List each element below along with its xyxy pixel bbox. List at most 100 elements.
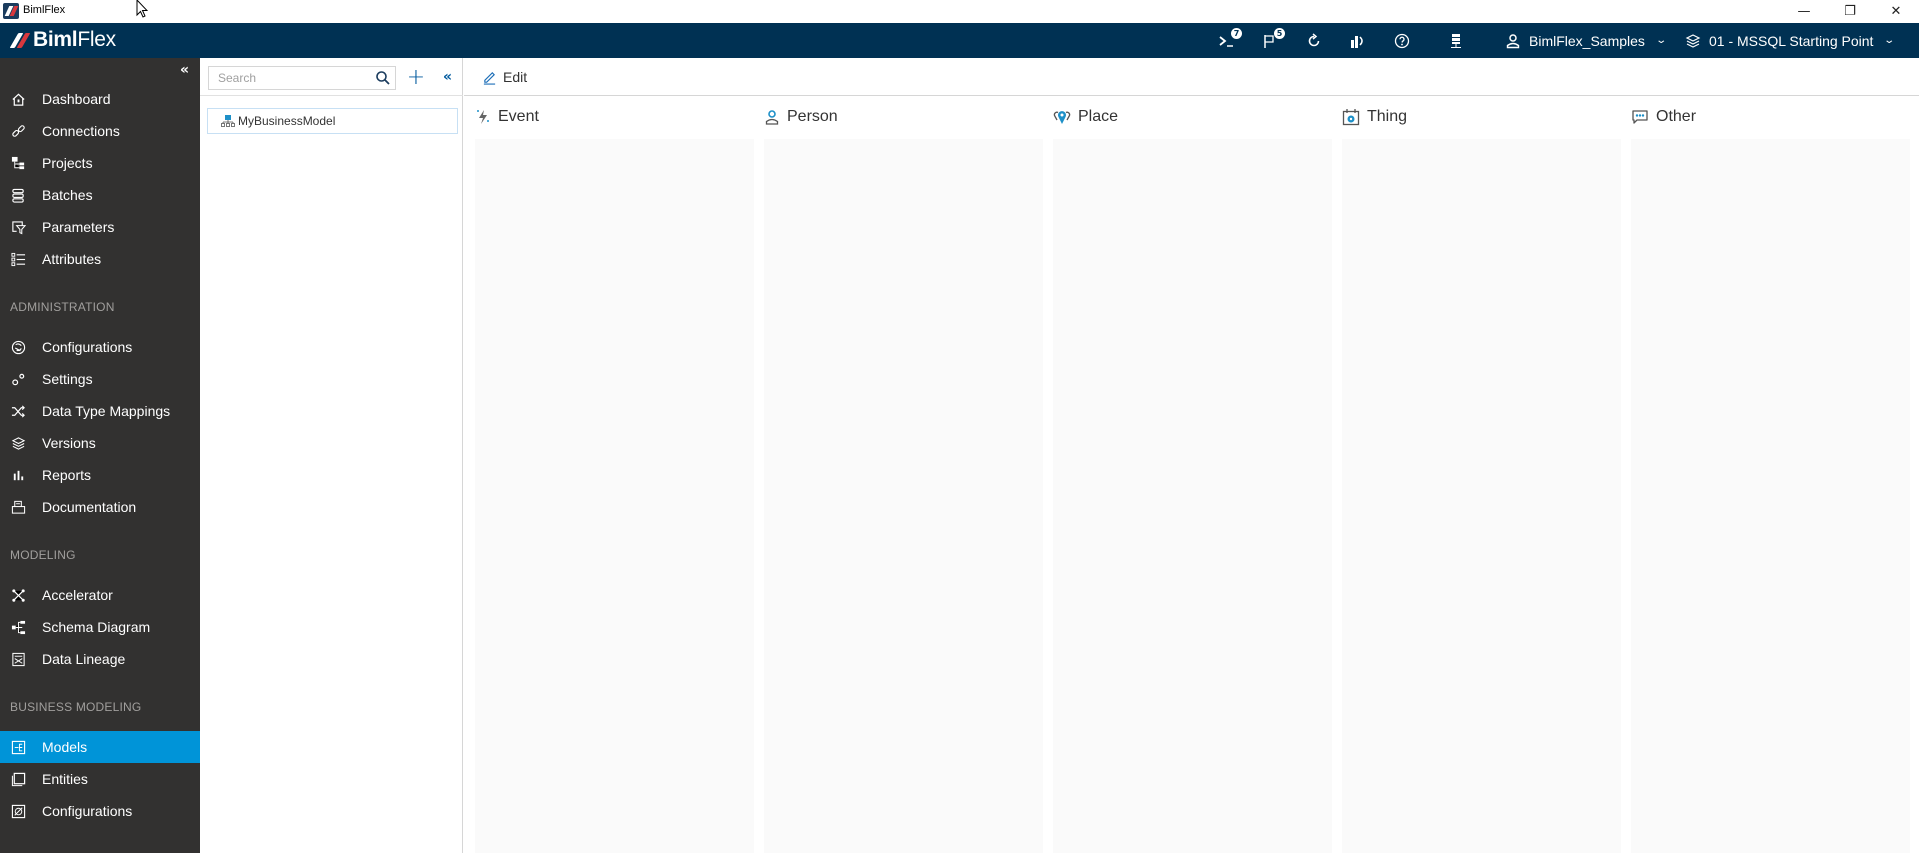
model-tree-panel: + « MyBusinessModel <box>200 58 463 853</box>
column-other: Other <box>1620 97 1910 853</box>
other-icon <box>1631 109 1649 125</box>
sidebar-item-label: Data Lineage <box>42 651 126 667</box>
accelerator-icon <box>10 587 26 603</box>
sidebar-item-attributes[interactable]: Attributes <box>0 243 200 275</box>
chevron-down-icon: ⌄ <box>1655 35 1668 46</box>
sidebar-item-label: Attributes <box>42 251 102 267</box>
version-selector[interactable]: 01 - MSSQL Starting Point ⌄ <box>1685 23 1896 58</box>
column-header: Event <box>475 97 539 137</box>
column-drop-area <box>1631 139 1910 853</box>
entities-icon <box>10 771 26 787</box>
column-title: Place <box>1078 108 1119 125</box>
sidebar-item-models[interactable]: Models <box>0 731 200 763</box>
column-header: Thing <box>1342 97 1407 137</box>
sidebar-item-connections[interactable]: Connections <box>0 115 200 147</box>
sidebar-item-label: Configurations <box>42 339 133 355</box>
sidebar-item-dashboard[interactable]: Dashboard <box>0 83 200 115</box>
sidebar-item-data-type-mappings[interactable]: Data Type Mappings <box>0 395 200 427</box>
sidebar-item-label: Versions <box>42 435 96 451</box>
user-icon <box>1505 33 1521 49</box>
logo-text-light: Flex <box>77 28 116 51</box>
sidebar-item-schema-diagram[interactable]: Schema Diagram <box>0 611 200 643</box>
notifications-button[interactable]: 5 <box>1257 28 1285 53</box>
sidebar-item-versions[interactable]: Versions <box>0 427 200 459</box>
maximize-button[interactable]: ❐ <box>1827 0 1873 23</box>
logo-mark-icon <box>9 29 31 51</box>
customer-selector[interactable]: BimlFlex_Samples ⌄ <box>1505 23 1668 58</box>
help-button[interactable] <box>1389 29 1415 53</box>
column-drop-area <box>764 139 1043 853</box>
collapse-sidebar-button[interactable]: « <box>180 62 189 78</box>
sidebar-item-label: Projects <box>42 155 93 171</box>
person-icon <box>764 109 780 125</box>
app-icon <box>3 3 19 19</box>
close-button[interactable]: ✕ <box>1873 0 1919 23</box>
main-content: Edit Event Person Place Thing Other <box>464 58 1919 853</box>
configurations-icon <box>10 339 26 355</box>
refresh-button[interactable] <box>1301 29 1327 53</box>
logo-text-bold: Biml <box>33 28 78 51</box>
thing-icon <box>1342 108 1360 126</box>
column-header: Place <box>1053 97 1118 137</box>
console-button[interactable]: 7 <box>1214 28 1242 53</box>
sidebar-item-accelerator[interactable]: Accelerator <box>0 579 200 611</box>
analytics-icon <box>1351 36 1363 48</box>
parameters-icon <box>10 219 26 235</box>
sidebar-item-label: Entities <box>42 771 88 787</box>
edit-button[interactable]: Edit <box>482 66 527 88</box>
bimlflex-logo[interactable]: BimlFlex <box>9 28 116 52</box>
layers-icon <box>1685 33 1701 49</box>
section-modeling: MODELING <box>10 548 76 562</box>
sidebar-item-entities[interactable]: Entities <box>0 763 200 795</box>
add-model-button[interactable]: + <box>406 65 426 90</box>
sidebar-item-label: Documentation <box>42 499 137 515</box>
models-icon <box>10 739 26 755</box>
sidebar-item-settings[interactable]: Settings <box>0 363 200 395</box>
schema-icon <box>10 619 26 635</box>
sidebar-item-projects[interactable]: Projects <box>0 147 200 179</box>
tree-toolbar: + « <box>200 58 463 96</box>
sidebar-item-configurations[interactable]: Configurations <box>0 331 200 363</box>
sidebar-item-parameters[interactable]: Parameters <box>0 211 200 243</box>
sidebar-item-reports[interactable]: Reports <box>0 459 200 491</box>
analytics-button[interactable] <box>1345 29 1371 53</box>
search-icon[interactable] <box>375 70 391 90</box>
sidebar-item-documentation[interactable]: Documentation <box>0 491 200 523</box>
column-drop-area <box>1053 139 1332 853</box>
sidebar-item-business-configurations[interactable]: Configurations <box>0 795 200 827</box>
minimize-button[interactable]: — <box>1781 0 1827 23</box>
sidebar-item-data-lineage[interactable]: Data Lineage <box>0 643 200 675</box>
home-icon <box>10 91 26 107</box>
bar-chart-icon <box>10 467 26 483</box>
sidebar-item-label: Data Type Mappings <box>42 403 171 419</box>
sidebar-item-label: Reports <box>42 467 92 483</box>
section-business-modeling: BUSINESS MODELING <box>10 700 142 714</box>
column-title: Other <box>1656 108 1697 125</box>
version-name: 01 - MSSQL Starting Point <box>1709 32 1874 49</box>
sidebar-item-label: Connections <box>42 123 120 139</box>
collapse-tree-button[interactable]: « <box>436 66 456 88</box>
flag-badge: 5 <box>1274 28 1285 39</box>
window-title: BimlFlex <box>23 4 66 16</box>
column-title: Person <box>787 108 838 125</box>
column-person: Person <box>753 97 1043 853</box>
column-thing: Thing <box>1331 97 1621 853</box>
main-toolbar: Edit <box>464 58 1919 96</box>
event-icon <box>475 109 491 125</box>
business-configurations-icon <box>10 803 26 819</box>
place-icon <box>1053 109 1071 125</box>
sidebar-item-label: Models <box>42 739 88 755</box>
mouse-cursor-icon <box>136 0 148 18</box>
search-input[interactable] <box>209 67 369 89</box>
projects-icon <box>10 155 26 171</box>
sidebar-item-label: Settings <box>42 371 93 387</box>
printer-icon <box>10 499 26 515</box>
column-drop-area <box>1342 139 1621 853</box>
column-header: Other <box>1631 97 1696 137</box>
sidebar-item-batches[interactable]: Batches <box>0 179 200 211</box>
sidebar-item-label: Parameters <box>42 219 115 235</box>
sidebar-item-label: Schema Diagram <box>42 619 151 635</box>
server-button[interactable] <box>1443 29 1469 53</box>
app-header: BimlFlex 7 5 BimlFlex_Samples ⌄ 01 - MSS… <box>0 23 1919 58</box>
tree-node-mybusinessmodel[interactable]: MyBusinessModel <box>207 108 458 134</box>
